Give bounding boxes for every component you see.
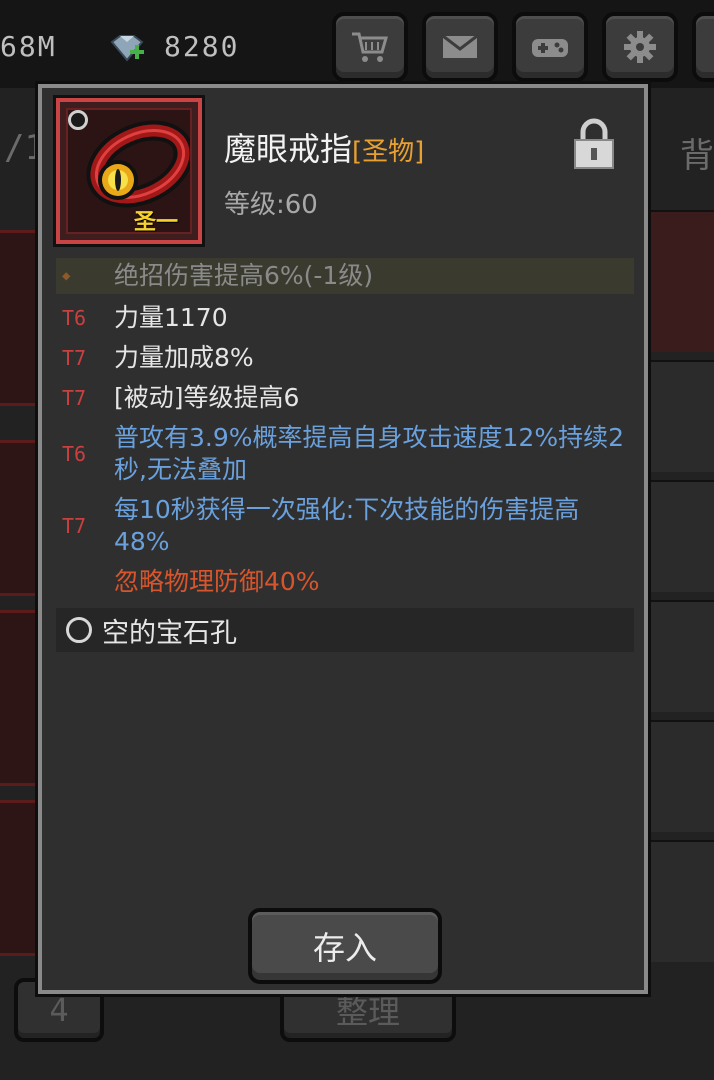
- equip-slot[interactable]: [0, 230, 40, 406]
- inventory-cell[interactable]: [646, 210, 714, 352]
- affix-row: T6 普攻有3.9%概率提高自身攻击速度12%持续2秒,无法叠加: [56, 422, 634, 486]
- lock-icon[interactable]: [572, 118, 616, 170]
- equip-slot[interactable]: [0, 440, 40, 596]
- affix-list: ◆ 绝招伤害提高6%(-1级) T6 力量1170 T7 力量加成8% T7 […: [56, 258, 634, 606]
- inventory-cell[interactable]: [646, 600, 714, 712]
- affix-row: T7 力量加成8%: [56, 342, 634, 374]
- item-name: 魔眼戒指: [224, 130, 353, 168]
- gem-amount: 8280: [164, 30, 240, 63]
- affix-row: T7 [被动]等级提高6: [56, 382, 634, 414]
- gear-icon: [624, 31, 656, 63]
- top-bar: 68M 8280: [0, 0, 714, 88]
- affix-tier: T7: [62, 514, 87, 538]
- inventory-cell[interactable]: [646, 360, 714, 472]
- affix-text: 忽略物理防御40%: [114, 567, 320, 596]
- affix-row: T7 每10秒获得一次强化:下次技能的伤害提高48%: [56, 494, 634, 558]
- affix-tier: T6: [62, 442, 87, 466]
- item-rarity: [圣物]: [352, 137, 425, 167]
- gamepad-button[interactable]: [512, 12, 588, 82]
- affix-text: 力量加成8%: [114, 343, 254, 372]
- affix-tier: T6: [62, 306, 87, 330]
- affix-text: [被动]等级提高6: [114, 383, 300, 412]
- item-level: 等级:60: [224, 190, 318, 220]
- affix-marker-icon: ◆: [62, 268, 71, 284]
- cart-icon: [352, 32, 388, 62]
- affix-row: 忽略物理防御40%: [56, 566, 634, 598]
- inventory-cell[interactable]: [646, 840, 714, 962]
- store-button[interactable]: 存入: [248, 908, 442, 984]
- empty-socket-icon: [66, 617, 92, 643]
- affix-tier: T7: [62, 346, 87, 370]
- gold-amount: 68M: [0, 30, 57, 63]
- affix-text: 绝招伤害提高6%(-1级): [114, 261, 374, 290]
- affix-text: 力量1170: [114, 303, 228, 332]
- gamepad-icon: [532, 39, 568, 57]
- backpack-tab[interactable]: 背: [680, 128, 714, 177]
- event-button[interactable]: [692, 12, 714, 82]
- affix-row: ◆ 绝招伤害提高6%(-1级): [56, 258, 634, 294]
- mail-button[interactable]: [422, 12, 498, 82]
- gem-socket-label: 空的宝石孔: [102, 617, 237, 649]
- item-icon-frame: 圣一: [53, 95, 205, 247]
- affix-row: T6 力量1170: [56, 302, 634, 334]
- inventory-cell[interactable]: [646, 480, 714, 592]
- affix-text: 普攻有3.9%概率提高自身攻击速度12%持续2秒,无法叠加: [114, 423, 624, 484]
- equip-slot[interactable]: [0, 610, 40, 786]
- affix-text: 每10秒获得一次强化:下次技能的伤害提高48%: [114, 495, 580, 556]
- inventory-cell[interactable]: [646, 720, 714, 832]
- item-detail-popup: 圣一 魔眼戒指[圣物] 等级:60 ◆ 绝招伤害提高6%(-1级) T6 力量1…: [35, 81, 651, 997]
- gem-socket-row[interactable]: 空的宝石孔: [56, 608, 634, 652]
- mail-icon: [442, 34, 478, 58]
- affix-tier: T7: [62, 386, 87, 410]
- diamond-icon: [110, 35, 144, 62]
- equip-slot[interactable]: [0, 800, 40, 956]
- settings-button[interactable]: [602, 12, 678, 82]
- item-title: 魔眼戒指[圣物]: [224, 124, 424, 170]
- item-tier-tag: 圣一: [133, 210, 178, 235]
- shop-button[interactable]: [332, 12, 408, 82]
